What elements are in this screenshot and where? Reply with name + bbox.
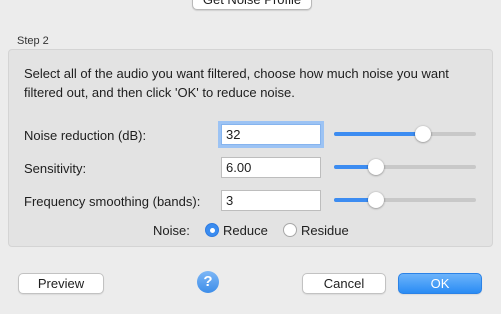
slider-thumb[interactable] [368,192,385,208]
step-2-description: Select all of the audio you want filtere… [24,66,449,100]
slider-fill [334,132,423,136]
preview-button[interactable]: Preview [18,273,104,294]
noise-reduction-slider[interactable] [334,126,476,142]
noise-reduce-radio[interactable] [205,223,219,237]
slider-thumb[interactable] [368,159,385,175]
get-noise-profile-button[interactable]: Get Noise Profile [192,0,312,10]
frequency-smoothing-slider[interactable] [334,192,476,208]
step-2-label: Step 2 [17,35,49,47]
cancel-button[interactable]: Cancel [302,273,386,294]
noise-residue-radio[interactable] [283,223,297,237]
noise-label: Noise: [153,223,190,238]
noise-residue-label[interactable]: Residue [301,223,349,238]
frequency-smoothing-label: Frequency smoothing (bands): [24,194,201,209]
noise-reduce-label[interactable]: Reduce [223,223,268,238]
noise-reduction-label: Noise reduction (dB): [24,128,147,143]
sensitivity-slider[interactable] [334,159,476,175]
sensitivity-input[interactable]: 6.00 [221,157,321,178]
noise-reduction-input[interactable]: 32 [221,124,321,145]
frequency-smoothing-input[interactable]: 3 [221,190,321,211]
sensitivity-label: Sensitivity: [24,161,87,176]
help-icon[interactable]: ? [197,271,219,293]
ok-button[interactable]: OK [398,273,482,294]
slider-thumb[interactable] [414,126,431,142]
